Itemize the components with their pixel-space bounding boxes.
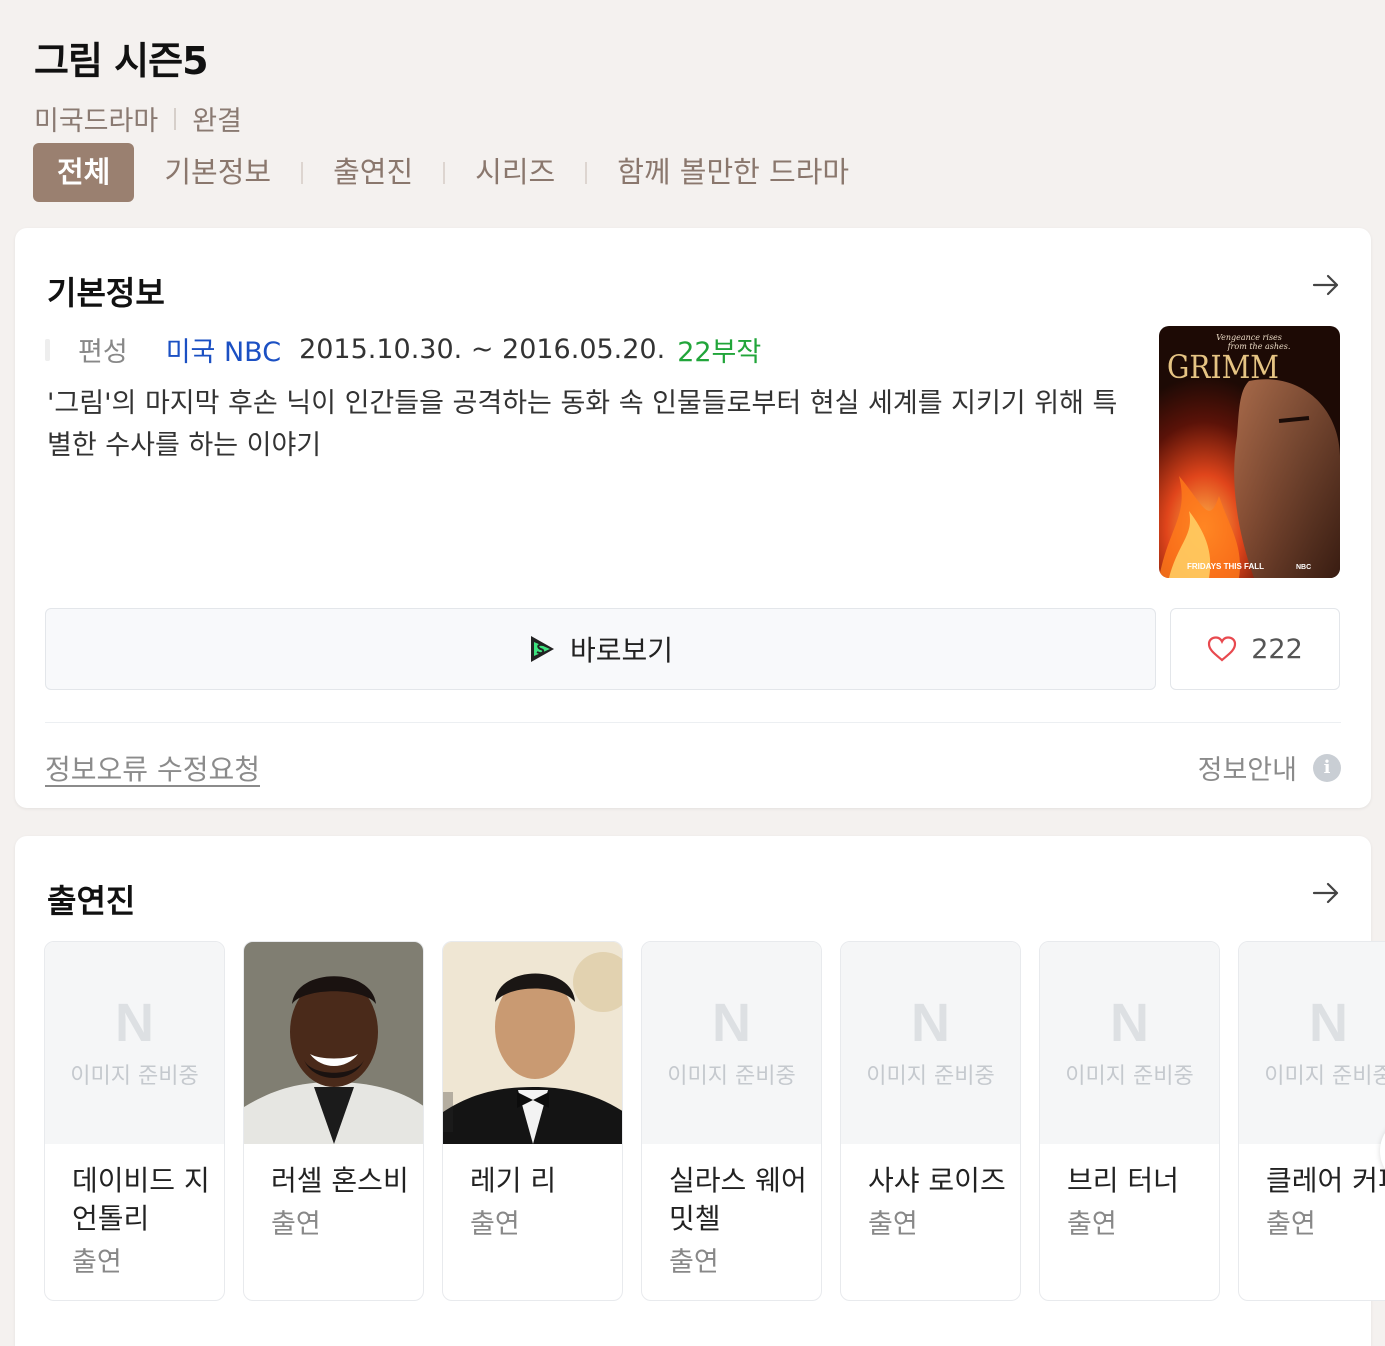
cast-role: 출연	[72, 1247, 122, 1278]
n-logo-icon: N	[115, 993, 154, 1053]
cast-role: 출연	[1266, 1209, 1316, 1240]
cast-photo-placeholder: N 이미지 준비중	[841, 942, 1020, 1144]
like-button[interactable]: 222	[1170, 608, 1340, 690]
cast-name-block: 브리 터너 출연	[1067, 1162, 1205, 1244]
n-logo-icon: N	[911, 993, 950, 1053]
placeholder-text: 이미지 준비중	[1264, 1064, 1385, 1089]
subtitle: 미국드라마 완결	[34, 99, 1385, 138]
divider	[45, 722, 1341, 723]
cast-name-block: 실라스 웨어 밋첼 출연	[669, 1162, 807, 1282]
tab-all[interactable]: 전체	[33, 143, 135, 202]
cast-name-block: 사샤 로이즈 출연	[868, 1162, 1006, 1244]
info-guide-link[interactable]: 정보안내 i	[1198, 748, 1341, 787]
cast-item[interactable]: 레기 리 출연	[442, 941, 623, 1301]
basic-info-card: 기본정보 편성 미국 NBC 2015.10.30. ~ 2016.05.20.…	[15, 228, 1371, 808]
episode-count: 22부작	[677, 337, 762, 368]
arrow-right-icon[interactable]	[1311, 878, 1341, 908]
tab-related-dramas[interactable]: 함께 볼만한 드라마	[587, 143, 879, 202]
tab-cast[interactable]: 출연진	[303, 143, 443, 202]
cast-role: 출연	[271, 1209, 321, 1240]
cast-name[interactable]: 브리 터너	[1067, 1162, 1205, 1200]
section-title: 출연진	[47, 882, 136, 920]
broadcast-meta: 편성 미국 NBC 2015.10.30. ~ 2016.05.20. 22부작	[45, 330, 761, 369]
cast-name[interactable]: 실라스 웨어 밋첼	[669, 1162, 807, 1238]
genre-link[interactable]: 미국드라마	[34, 99, 158, 138]
n-logo-icon: N	[712, 993, 751, 1053]
cast-name[interactable]: 클레어 커피	[1266, 1162, 1385, 1200]
cast-item[interactable]: N 이미지 준비중 실라스 웨어 밋첼 출연	[641, 941, 822, 1301]
tab-basic-info[interactable]: 기본정보	[134, 143, 301, 202]
cast-name-block: 레기 리 출연	[470, 1162, 608, 1244]
cast-name-block: 러셀 혼스비 출연	[271, 1162, 409, 1244]
cast-photo-placeholder: N 이미지 준비중	[45, 942, 224, 1144]
section-title: 기본정보	[47, 274, 165, 312]
cast-name[interactable]: 러셀 혼스비	[271, 1162, 409, 1200]
cast-item[interactable]: N 이미지 준비중 클레어 커피 출연	[1238, 941, 1385, 1301]
placeholder-text: 이미지 준비중	[1065, 1064, 1194, 1089]
cast-role: 출연	[868, 1209, 918, 1240]
meta-bar	[45, 338, 50, 361]
cast-name[interactable]: 사샤 로이즈	[868, 1162, 1006, 1200]
cast-photo-placeholder: N 이미지 준비중	[642, 942, 821, 1144]
air-dates: 2015.10.30. ~ 2016.05.20.	[299, 334, 666, 365]
watch-now-label: 바로보기	[569, 634, 674, 667]
cast-name[interactable]: 데이비드 지언톨리	[72, 1162, 210, 1238]
n-logo-icon: N	[1110, 993, 1149, 1053]
cast-photo	[244, 942, 423, 1144]
network-link[interactable]: 미국 NBC	[166, 330, 281, 369]
synopsis: '그림'의 마지막 후손 닉이 인간들을 공격하는 동화 속 인물들로부터 현실…	[47, 388, 1118, 461]
cast-photo-placeholder: N 이미지 준비중	[1040, 942, 1219, 1144]
cast-role: 출연	[669, 1247, 719, 1278]
cast-role: 출연	[1067, 1209, 1117, 1240]
cast-name[interactable]: 레기 리	[470, 1162, 608, 1200]
divider	[174, 107, 177, 130]
meta-label: 편성	[78, 337, 128, 368]
cast-name-block: 데이비드 지언톨리 출연	[72, 1162, 210, 1282]
poster-image[interactable]: Vengeance rises from the ashes. GRIMM FR…	[1159, 326, 1340, 578]
poster-footer: FRIDAYS THIS FALL	[1187, 562, 1264, 571]
tab-bar: 전체 기본정보 출연진 시리즈 함께 볼만한 드라마	[33, 143, 879, 202]
play-logo-icon	[530, 636, 554, 662]
page-title: 그림 시즌5	[34, 39, 209, 83]
tab-series[interactable]: 시리즈	[445, 143, 585, 202]
cast-photo-placeholder: N 이미지 준비중	[1239, 942, 1385, 1144]
like-count: 222	[1251, 633, 1303, 665]
drama-header: 그림 시즌5 미국드라마 완결	[34, 30, 1385, 138]
arrow-right-icon[interactable]	[1311, 270, 1341, 300]
heart-icon	[1208, 636, 1237, 662]
info-icon: i	[1313, 753, 1341, 782]
cast-item[interactable]: 러셀 혼스비 출연	[243, 941, 424, 1301]
edit-request-link[interactable]: 정보오류 수정요청	[45, 748, 260, 788]
n-logo-icon: N	[1309, 993, 1348, 1053]
poster-logo: GRIMM	[1167, 348, 1279, 386]
cast-name-block: 클레어 커피 출연	[1266, 1162, 1385, 1244]
cast-card: 출연진 N 이미지 준비중 데이비드 지언톨리 출연 러셀 혼스비 출연 레기 …	[15, 836, 1385, 1346]
placeholder-text: 이미지 준비중	[866, 1064, 995, 1089]
status-text: 완결	[192, 106, 242, 137]
cast-photo	[443, 942, 622, 1144]
cast-item[interactable]: N 이미지 준비중 사샤 로이즈 출연	[840, 941, 1021, 1301]
poster-tagline: Vengeance rises	[1216, 333, 1282, 342]
placeholder-text: 이미지 준비중	[667, 1064, 796, 1089]
cast-role: 출연	[470, 1209, 520, 1240]
cast-item[interactable]: N 이미지 준비중 브리 터너 출연	[1039, 941, 1220, 1301]
poster-network: NBC	[1296, 564, 1311, 571]
cast-item[interactable]: N 이미지 준비중 데이비드 지언톨리 출연	[44, 941, 225, 1301]
watch-now-button[interactable]: 바로보기	[45, 608, 1156, 690]
info-guide-label: 정보안내	[1197, 755, 1297, 786]
placeholder-text: 이미지 준비중	[70, 1064, 199, 1089]
